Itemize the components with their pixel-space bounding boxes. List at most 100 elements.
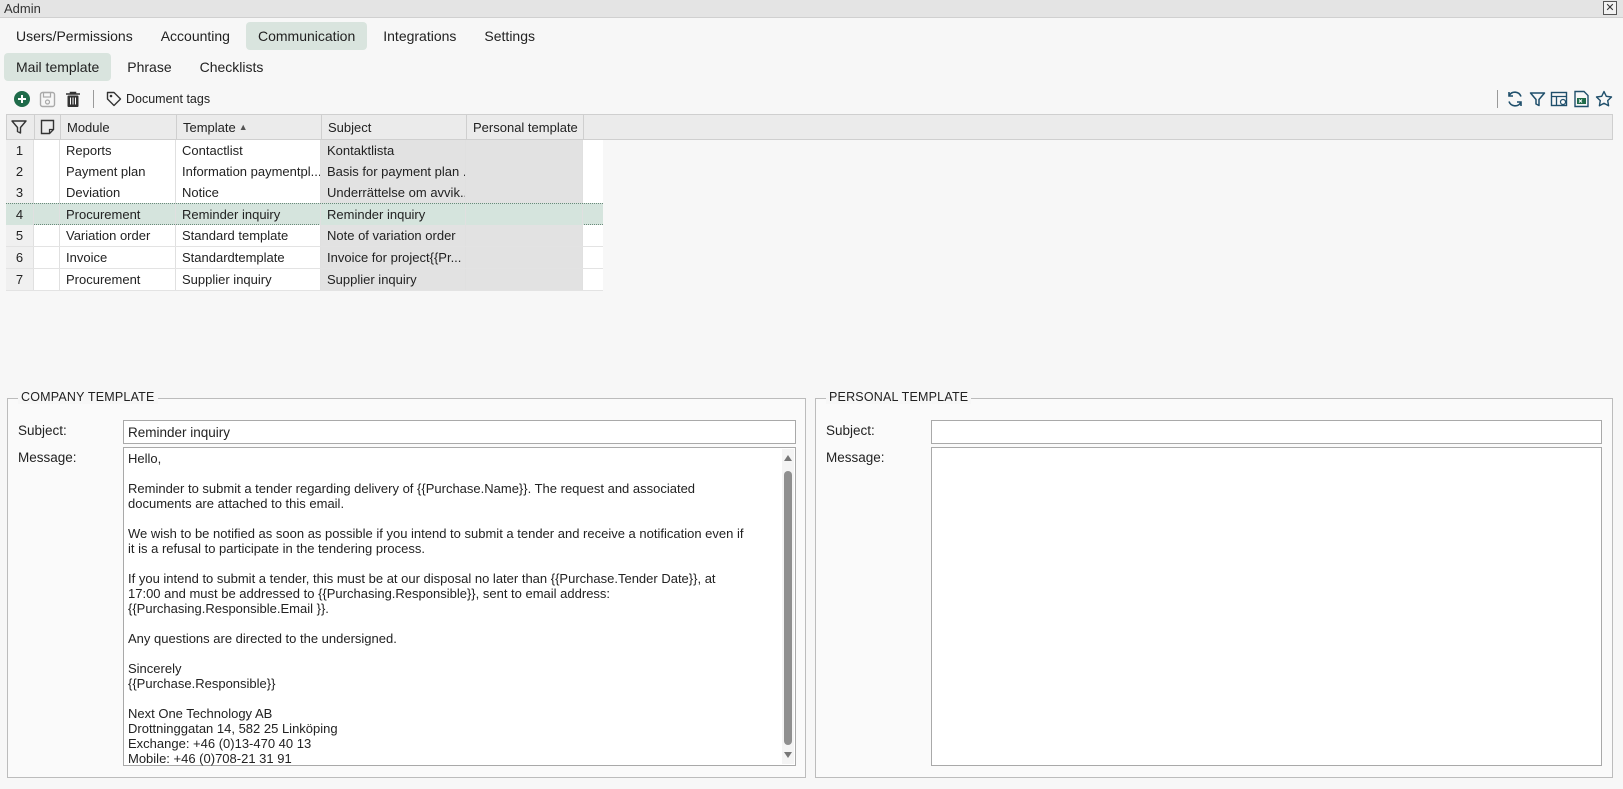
company-message-textarea[interactable]: Hello, Reminder to submit a tender regar… bbox=[123, 447, 796, 766]
company-subject-label: Subject: bbox=[18, 423, 67, 438]
refresh-icon bbox=[1508, 91, 1522, 107]
excel-export-button[interactable] bbox=[1571, 89, 1591, 109]
company-subject-input[interactable] bbox=[123, 420, 796, 444]
scrollbar-thumb[interactable] bbox=[784, 471, 792, 745]
cell-subject: Kontaktlista bbox=[321, 140, 466, 161]
company-message-text: Hello, Reminder to submit a tender regar… bbox=[128, 451, 744, 766]
cell-personal-template bbox=[466, 225, 583, 246]
table-row[interactable]: 7 Procurement Supplier inquiry Supplier … bbox=[6, 269, 603, 291]
favorite-button[interactable] bbox=[1594, 89, 1614, 109]
sort-ascending-icon: ▲ bbox=[238, 122, 248, 132]
row-note bbox=[34, 269, 60, 290]
cell-module: Procurement bbox=[60, 269, 176, 290]
company-template-panel: COMPANY TEMPLATE Subject: Message: Hello… bbox=[7, 390, 806, 778]
cell-module: Deviation bbox=[60, 182, 176, 203]
cell-template: Standard template bbox=[176, 225, 321, 246]
cell-personal-template bbox=[466, 247, 583, 268]
table-row[interactable]: 2 Payment plan Information paymentpl... … bbox=[6, 161, 603, 183]
main-tabs: Users/Permissions Accounting Communicati… bbox=[0, 22, 547, 52]
document-tags-button[interactable]: Document tags bbox=[106, 89, 210, 109]
tab-settings[interactable]: Settings bbox=[472, 22, 547, 50]
row-note bbox=[34, 161, 60, 182]
cell-personal-template bbox=[466, 269, 583, 290]
column-header-template[interactable]: Template ▲ bbox=[177, 115, 322, 139]
tab-mail-template[interactable]: Mail template bbox=[4, 53, 112, 81]
personal-message-textarea[interactable] bbox=[931, 447, 1602, 766]
row-number: 7 bbox=[6, 269, 34, 290]
personal-subject-label: Subject: bbox=[826, 423, 875, 438]
cell-subject: Invoice for project{{Pr... bbox=[321, 247, 466, 268]
filter-row-toggle[interactable] bbox=[7, 115, 35, 139]
table-row[interactable]: 5 Variation order Standard template Note… bbox=[6, 225, 603, 247]
tab-accounting[interactable]: Accounting bbox=[149, 22, 242, 50]
row-note bbox=[34, 247, 60, 268]
cell-template: Standardtemplate bbox=[176, 247, 321, 268]
window-title: Admin bbox=[4, 1, 41, 16]
close-icon[interactable]: ✕ bbox=[1603, 1, 1617, 15]
row-note bbox=[34, 182, 60, 203]
filter-icon bbox=[11, 120, 27, 134]
mail-template-grid: Module Template ▲ Subject Personal templ… bbox=[6, 114, 1613, 372]
personal-template-legend: PERSONAL TEMPLATE bbox=[826, 390, 972, 404]
table-row[interactable]: 1 Reports Contactlist Kontaktlista bbox=[6, 140, 603, 162]
row-number: 4 bbox=[6, 204, 34, 225]
row-number: 2 bbox=[6, 161, 34, 182]
delete-button[interactable] bbox=[63, 89, 83, 109]
cell-module: Payment plan bbox=[60, 161, 176, 182]
scroll-up-icon[interactable] bbox=[784, 455, 792, 461]
table-icon bbox=[1550, 91, 1568, 106]
cell-personal-template bbox=[466, 182, 583, 203]
cell-template: Notice bbox=[176, 182, 321, 203]
row-number: 1 bbox=[6, 140, 34, 161]
refresh-button[interactable] bbox=[1505, 89, 1525, 109]
save-button[interactable] bbox=[37, 89, 57, 109]
column-header-template-label: Template bbox=[183, 119, 236, 135]
row-note bbox=[34, 225, 60, 246]
tab-integrations[interactable]: Integrations bbox=[371, 22, 468, 50]
row-number: 3 bbox=[6, 182, 34, 203]
toolbar-divider bbox=[93, 90, 94, 108]
cell-personal-template bbox=[466, 161, 583, 182]
column-header-module[interactable]: Module bbox=[61, 115, 177, 139]
personal-template-panel: PERSONAL TEMPLATE Subject: Message: bbox=[815, 390, 1613, 778]
tab-checklists[interactable]: Checklists bbox=[188, 53, 276, 81]
message-scrollbar[interactable] bbox=[782, 449, 794, 764]
row-number: 6 bbox=[6, 247, 34, 268]
personal-subject-input[interactable] bbox=[931, 420, 1602, 444]
cell-personal-template bbox=[466, 140, 583, 161]
cell-module: Procurement bbox=[60, 204, 176, 225]
toolbar: Document tags bbox=[0, 86, 1623, 112]
cell-personal-template bbox=[466, 204, 583, 225]
company-message-label: Message: bbox=[18, 450, 77, 465]
table-settings-button[interactable] bbox=[1549, 89, 1569, 109]
cell-module: Reports bbox=[60, 140, 176, 161]
grid-header: Module Template ▲ Subject Personal templ… bbox=[6, 114, 1613, 140]
table-row[interactable]: 6 Invoice Standardtemplate Invoice for p… bbox=[6, 247, 603, 269]
cell-subject: Reminder inquiry bbox=[321, 204, 466, 225]
sub-tabs: Mail template Phrase Checklists bbox=[0, 53, 275, 83]
column-header-subject[interactable]: Subject bbox=[322, 115, 467, 139]
table-row[interactable]: 3 Deviation Notice Underrättelse om avvi… bbox=[6, 182, 603, 204]
filter-icon bbox=[1529, 91, 1545, 106]
save-icon bbox=[39, 91, 55, 107]
star-icon bbox=[1595, 90, 1613, 107]
scroll-down-icon[interactable] bbox=[784, 752, 792, 758]
cell-subject: Underrättelse om avvik... bbox=[321, 182, 466, 203]
cell-template: Information paymentpl... bbox=[176, 161, 321, 182]
tab-phrase[interactable]: Phrase bbox=[115, 53, 183, 81]
window-titlebar: Admin ✕ bbox=[0, 0, 1623, 18]
tag-icon bbox=[106, 91, 122, 107]
tab-communication[interactable]: Communication bbox=[245, 22, 368, 50]
cell-template: Contactlist bbox=[176, 140, 321, 161]
note-column-header[interactable] bbox=[35, 115, 61, 139]
tab-users-permissions[interactable]: Users/Permissions bbox=[4, 22, 145, 50]
cell-subject: Supplier inquiry bbox=[321, 269, 466, 290]
row-number: 5 bbox=[6, 225, 34, 246]
filter-button[interactable] bbox=[1527, 89, 1547, 109]
add-button[interactable] bbox=[12, 89, 32, 109]
table-row-selected[interactable]: 4 Procurement Reminder inquiry Reminder … bbox=[6, 203, 603, 225]
document-tags-label: Document tags bbox=[126, 92, 211, 106]
column-header-personal-template[interactable]: Personal template bbox=[467, 115, 584, 139]
excel-export-icon bbox=[1573, 90, 1589, 108]
company-template-legend: COMPANY TEMPLATE bbox=[18, 390, 158, 404]
